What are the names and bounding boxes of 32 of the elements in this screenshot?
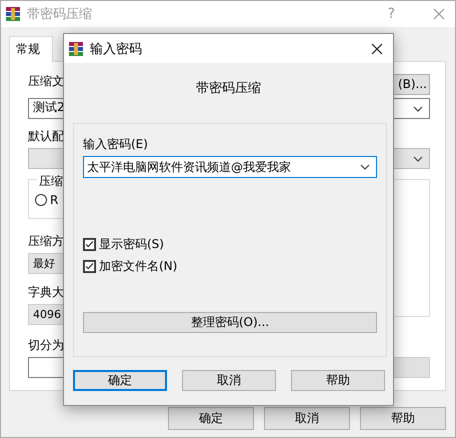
checkbox[interactable]	[83, 260, 96, 273]
radio-label: R	[50, 193, 58, 207]
close-icon[interactable]	[371, 42, 383, 54]
dialog-title: 输入密码	[90, 40, 143, 58]
dialog-button[interactable]: 确定	[73, 370, 167, 391]
radio-button[interactable]	[35, 194, 47, 206]
dialog-button[interactable]: 帮助	[291, 370, 385, 391]
password-combobox[interactable]: 太平洋电脑网软件资讯频道@我爱我家	[83, 156, 377, 178]
split-combobox[interactable]	[392, 357, 430, 378]
field-label: 输入密码(E)	[83, 136, 149, 153]
dialog-button[interactable]: 帮助	[360, 407, 446, 430]
window-title: 带密码压缩	[27, 6, 93, 23]
tab[interactable]: 常规	[9, 36, 53, 62]
checkbox-label: 显示密码(S)	[99, 236, 164, 253]
archive-icon	[5, 6, 21, 22]
chevron-icon	[360, 164, 370, 170]
dialog-button[interactable]: 取消	[264, 407, 350, 430]
organize-passwords-button[interactable]: 整理密码(O)...	[83, 312, 377, 333]
checkbox[interactable]	[83, 238, 96, 251]
dialog-button[interactable]: 确定	[168, 407, 254, 430]
archive-icon	[68, 40, 84, 56]
field-label: 默认配	[28, 128, 64, 145]
field-label: 字典大	[28, 284, 64, 301]
field-label: 压缩方	[28, 233, 64, 250]
chevron-icon	[413, 156, 423, 162]
dialog-heading: 带密码压缩	[195, 80, 262, 97]
field-label: 切分为	[28, 337, 64, 354]
chevron-icon	[413, 106, 423, 112]
checkbox-label: 加密文件名(N)	[99, 258, 178, 275]
field-label: 压缩文	[28, 73, 64, 90]
browse-button[interactable]: (B)...	[392, 74, 430, 94]
dialog-button[interactable]: 取消	[182, 370, 276, 391]
